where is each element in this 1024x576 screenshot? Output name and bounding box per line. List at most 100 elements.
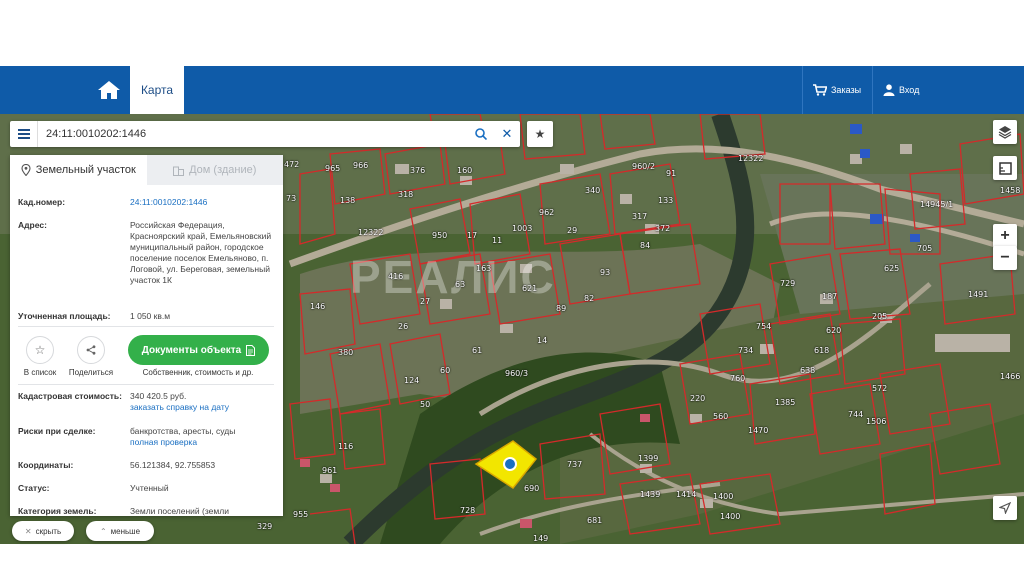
parcel-label: 705 — [917, 244, 933, 253]
parcel-label: 163 — [476, 264, 492, 273]
layers-button[interactable] — [993, 120, 1017, 144]
parcel-label: 416 — [388, 272, 404, 281]
add-to-list-button[interactable]: ☆ — [26, 336, 54, 364]
parcel-label: 50 — [420, 400, 431, 409]
parcel-label: 965 — [325, 164, 341, 173]
user-icon — [883, 84, 895, 96]
parcel-label: 187 — [822, 292, 838, 301]
category-label: Категория земель: — [18, 506, 97, 516]
parcel-label: 760 — [730, 374, 746, 383]
parcel-label: 1003 — [512, 224, 533, 233]
login-button[interactable]: Вход — [872, 66, 1024, 114]
parcel-label: 1458 — [1000, 186, 1021, 195]
add-to-list-label: В список — [23, 368, 57, 377]
parcel-label: 317 — [632, 212, 648, 221]
order-certificate-link[interactable]: заказать справку на дату — [130, 402, 276, 413]
chevron-up-icon: ⌃ — [99, 526, 107, 536]
parcel-label: 955 — [293, 510, 309, 519]
cost-label: Кадастровая стоимость: — [18, 391, 122, 401]
parcel-label: 11 — [492, 236, 503, 245]
area-label: Уточненная площадь: — [18, 311, 111, 321]
tab-map[interactable]: Карта — [130, 66, 184, 114]
navigation-arrow-icon — [999, 502, 1011, 514]
orders-label: Заказы — [831, 85, 862, 95]
parcel-label: 12322 — [738, 154, 764, 163]
clear-button[interactable]: ✕ — [496, 121, 518, 147]
search-button[interactable] — [470, 121, 492, 147]
coord-value: 56.121384, 92.755853 — [130, 460, 216, 470]
parcel-label: 124 — [404, 376, 420, 385]
status-value: Учтенный — [130, 483, 169, 493]
parcel-label: 1400 — [713, 492, 734, 501]
area-value: 1 050 кв.м — [130, 311, 171, 321]
parcel-label: 1506 — [866, 417, 887, 426]
parcel-label: 89 — [556, 304, 567, 313]
search-input[interactable] — [46, 125, 456, 143]
parcel-label: 60 — [440, 366, 451, 375]
parcel-label: 618 — [814, 346, 830, 355]
parcel-label: 1400 — [720, 512, 741, 521]
parcel-label: 744 — [848, 410, 864, 419]
parcel-label: 372 — [655, 224, 671, 233]
parcel-label: 950 — [432, 231, 448, 240]
parcel-label: 754 — [756, 322, 772, 331]
parcel-label: 1399 — [638, 454, 659, 463]
parcel-label: 146 — [310, 302, 326, 311]
parcel-label: 84 — [640, 241, 651, 250]
parcel-marker-icon[interactable] — [503, 457, 517, 471]
parcel-label: 138 — [340, 196, 356, 205]
star-icon: ★ — [534, 127, 546, 141]
zoom-out-button[interactable]: − — [993, 246, 1017, 270]
parcel-label: 560 — [713, 412, 729, 421]
plus-icon: + — [1000, 227, 1010, 244]
watermark: РЕАЛИС — [350, 251, 556, 303]
parcel-label: 962 — [539, 208, 555, 217]
parcel-label: 690 — [524, 484, 540, 493]
tab-house-label: Дом (здание) — [189, 164, 257, 176]
parcel-label: 63 — [455, 280, 466, 289]
parcel-label: 961 — [322, 466, 338, 475]
parcel-label: 27 — [420, 297, 431, 306]
orders-button[interactable]: Заказы — [802, 66, 872, 114]
measure-button[interactable] — [993, 156, 1017, 180]
parcel-label: 729 — [780, 279, 796, 288]
parcel-label: 620 — [826, 326, 842, 335]
close-icon: ✕ — [24, 526, 32, 536]
home-button[interactable] — [90, 66, 128, 114]
less-label: меньше — [110, 526, 141, 536]
collapse-panel-button[interactable]: ⌃ меньше — [86, 521, 154, 541]
object-documents-button[interactable]: Документы объекта — [128, 335, 269, 365]
app-root: Карта Заказы Вход РЕАЛИС 966 376 160 123… — [0, 0, 1024, 576]
parcel-label: 82 — [584, 294, 595, 303]
coord-label: Координаты: — [18, 460, 74, 470]
parcel-label: 681 — [587, 516, 603, 525]
share-label: Поделиться — [68, 368, 114, 377]
category-value: Земли поселений (земли — [130, 506, 229, 516]
my-location-button[interactable] — [993, 496, 1017, 520]
parcel-label: 318 — [398, 190, 414, 199]
tab-house[interactable]: Дом (здание) — [147, 155, 284, 185]
zoom-in-button[interactable]: + — [993, 224, 1017, 248]
parcel-label: 960/2 — [632, 162, 656, 171]
docs-caption: Собственник, стоимость и др. — [142, 368, 254, 377]
share-button[interactable] — [77, 336, 105, 364]
parcel-label: 14 — [537, 336, 548, 345]
parcel-label: 1470 — [748, 426, 769, 435]
parcel-label: 149 — [533, 534, 549, 543]
risk-label: Риски при сделке: — [18, 426, 96, 436]
top-nav-bar: Карта Заказы Вход — [0, 66, 1024, 114]
docs-button-label: Документы объекта — [141, 344, 242, 356]
parcel-label: 91 — [666, 169, 677, 178]
hide-panel-button[interactable]: ✕ скрыть — [12, 521, 74, 541]
full-check-link[interactable]: полная проверка — [130, 437, 276, 448]
cart-icon — [813, 84, 827, 96]
parcel-label: 220 — [690, 394, 706, 403]
tab-land-label: Земельный участок — [35, 164, 136, 176]
tab-land-plot[interactable]: Земельный участок — [10, 155, 147, 185]
menu-button[interactable] — [10, 121, 38, 147]
parcel-label: 116 — [338, 442, 354, 451]
login-label: Вход — [899, 85, 920, 95]
cad-number-label: Кад.номер: — [18, 197, 66, 207]
favorite-button[interactable]: ★ — [527, 121, 553, 147]
cad-number-link[interactable]: 24:11:0010202:1446 — [130, 197, 276, 208]
